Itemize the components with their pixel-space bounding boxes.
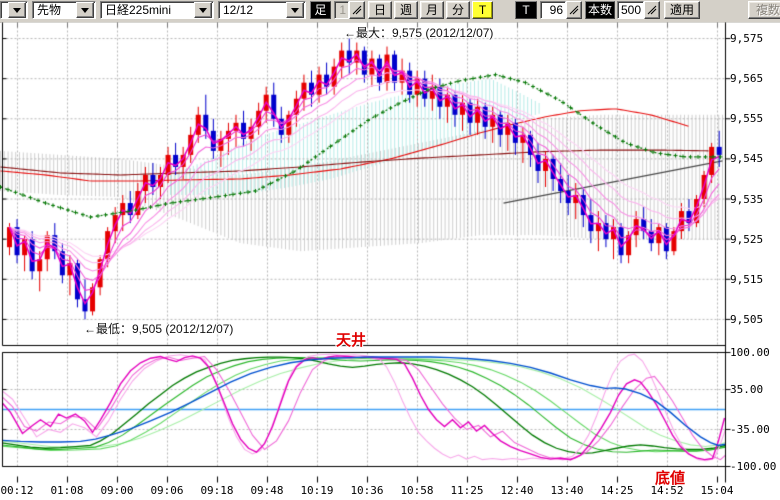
main-price-label: 9,545 xyxy=(730,152,778,165)
oscillator-label: 100.00 xyxy=(730,346,778,359)
multi-symbol-button[interactable]: 複数銘柄 xyxy=(748,1,780,19)
main-price-label: 9,535 xyxy=(730,193,778,206)
time-label: 15:04 xyxy=(697,484,737,497)
time-label: 09:00 xyxy=(97,484,137,497)
time-label: 10:19 xyxy=(297,484,337,497)
time-label: 00:12 xyxy=(0,484,37,497)
bar-count-label-button[interactable]: 本数 xyxy=(585,1,615,19)
symbol-name-value: 日経225mini xyxy=(101,2,194,18)
time-label: 13:40 xyxy=(547,484,587,497)
tick-toggle-button[interactable]: T xyxy=(472,1,493,19)
t-value-field[interactable]: 96 xyxy=(540,1,566,19)
min-price-annotation: ←最低：9,505 (2012/12/07) xyxy=(84,320,233,337)
diagonal-spin-icon xyxy=(647,5,657,15)
time-label: 14:25 xyxy=(597,484,637,497)
main-price-label: 9,515 xyxy=(730,273,778,286)
main-price-label: 9,565 xyxy=(730,72,778,85)
symbol-category-combobox[interactable]: 先物 xyxy=(32,1,96,19)
t-mode-button[interactable]: T xyxy=(515,1,537,19)
symbol-category-value: 先物 xyxy=(33,2,76,18)
time-label: 01:08 xyxy=(47,484,87,497)
bar-count-field[interactable]: 500 xyxy=(617,1,644,19)
max-price-annotation: ←最大：9,575 (2012/12/07) xyxy=(344,24,493,41)
main-price-label: 9,555 xyxy=(730,112,778,125)
symbol-name-combobox[interactable]: 日経225mini xyxy=(100,1,214,19)
oscillator-label: -35.00 xyxy=(730,423,778,436)
time-label: 09:18 xyxy=(197,484,237,497)
period-button-3[interactable]: 分 xyxy=(446,1,470,19)
chevron-down-icon[interactable] xyxy=(8,2,26,18)
time-label: 10:36 xyxy=(347,484,387,497)
oscillator-label: -100.00 xyxy=(730,460,778,473)
t-value-spinner-button[interactable] xyxy=(566,1,582,19)
main-price-label: 9,505 xyxy=(730,313,778,326)
diagonal-spin-icon xyxy=(569,5,579,15)
floor-annotation: 底値 xyxy=(655,467,685,488)
chart-canvas[interactable] xyxy=(0,22,780,500)
date-value: 12/12 xyxy=(219,2,286,18)
toolbar: 先物 日経225mini 12/12 足 1 日週月分 T T 96 本数 50… xyxy=(0,0,780,23)
period-button-0[interactable]: 日 xyxy=(368,1,392,19)
oscillator-label: 35.00 xyxy=(730,383,778,396)
time-label: 11:25 xyxy=(447,484,487,497)
time-label: 12:40 xyxy=(497,484,537,497)
ceiling-annotation: 天井 xyxy=(336,329,366,350)
apply-button[interactable]: 適用 xyxy=(664,1,700,19)
main-price-label: 9,575 xyxy=(730,32,778,45)
period-button-2[interactable]: 月 xyxy=(420,1,444,19)
time-label: 09:48 xyxy=(247,484,287,497)
bar-count-spinner-button[interactable] xyxy=(644,1,660,19)
chevron-down-icon[interactable] xyxy=(286,2,304,18)
clipped-combobox[interactable] xyxy=(0,1,28,19)
chart-application-window: 先物 日経225mini 12/12 足 1 日週月分 T T 96 本数 50… xyxy=(0,0,780,500)
date-combobox[interactable]: 12/12 xyxy=(218,1,306,19)
ashi-button[interactable]: 足 xyxy=(310,1,331,19)
chevron-down-icon[interactable] xyxy=(76,2,94,18)
interval-field[interactable]: 1 xyxy=(334,1,349,19)
diagonal-spin-icon xyxy=(352,5,362,15)
time-label: 09:06 xyxy=(147,484,187,497)
interval-spinner-button[interactable] xyxy=(349,1,365,19)
period-button-1[interactable]: 週 xyxy=(394,1,418,19)
main-price-label: 9,525 xyxy=(730,233,778,246)
chevron-down-icon[interactable] xyxy=(194,2,212,18)
time-label: 10:58 xyxy=(397,484,437,497)
